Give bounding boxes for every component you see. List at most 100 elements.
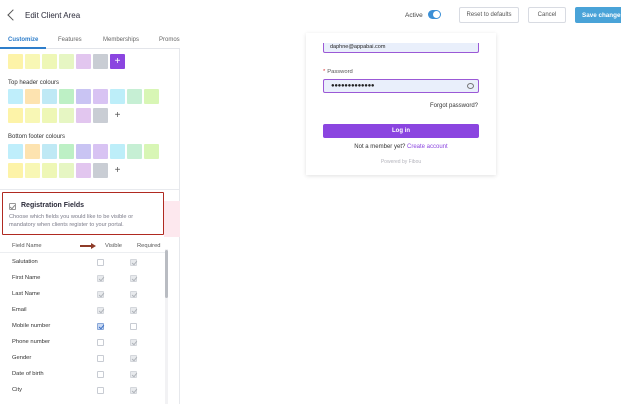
color-swatch[interactable]	[76, 163, 91, 178]
color-swatch[interactable]	[8, 89, 23, 104]
color-swatch[interactable]	[144, 89, 159, 104]
create-account-link[interactable]: Create account	[407, 144, 448, 150]
color-swatch[interactable]	[110, 89, 125, 104]
color-swatch[interactable]	[8, 54, 23, 69]
top-header-colours-label: Top header colours	[8, 80, 60, 86]
cancel-button[interactable]: Cancel	[528, 7, 566, 23]
visible-checkbox[interactable]	[97, 323, 104, 330]
color-swatch[interactable]	[25, 54, 40, 69]
color-swatch[interactable]	[42, 89, 57, 104]
color-swatch[interactable]	[127, 89, 142, 104]
save-changes-button[interactable]: Save changes	[575, 7, 621, 23]
swatch-row: +	[8, 54, 125, 69]
color-swatch[interactable]	[110, 144, 125, 159]
color-swatch[interactable]	[93, 89, 108, 104]
eye-icon[interactable]	[467, 83, 474, 89]
color-swatch[interactable]	[144, 144, 159, 159]
swatch-row	[8, 89, 159, 104]
field-label: City	[12, 387, 22, 393]
login-button[interactable]: Log in	[323, 124, 479, 138]
field-label: Phone number	[12, 339, 51, 345]
color-swatch[interactable]	[59, 163, 74, 178]
color-swatch[interactable]	[59, 89, 74, 104]
add-color-icon[interactable]: +	[110, 54, 125, 69]
color-swatch[interactable]	[42, 108, 57, 123]
registration-fields-card: Registration Fields Choose which fields …	[2, 192, 164, 235]
active-label: Active	[405, 12, 423, 19]
add-color-icon[interactable]: +	[110, 163, 125, 178]
registration-title: Registration Fields	[21, 202, 85, 209]
required-checkbox	[130, 291, 137, 298]
login-preview-card: daphne@appabai.com * Password ●●●●●●●●●●●…	[306, 33, 496, 175]
top-bar: Edit Client Area Active Reset to default…	[0, 0, 621, 33]
visible-checkbox[interactable]	[97, 339, 104, 346]
color-swatch[interactable]	[59, 108, 74, 123]
color-swatch[interactable]	[76, 144, 91, 159]
required-checkbox	[130, 387, 137, 394]
color-swatch[interactable]	[8, 144, 23, 159]
add-color-icon[interactable]: +	[110, 108, 125, 123]
required-checkbox	[130, 371, 137, 378]
field-name-header: Field Name	[12, 243, 42, 249]
swatch-row	[8, 144, 159, 159]
required-checkbox	[130, 275, 137, 282]
reset-defaults-button[interactable]: Reset to defaults	[459, 7, 519, 23]
row-divider	[0, 252, 166, 253]
tab-bar: Customize Features Memberships Promos	[0, 33, 180, 49]
color-swatch[interactable]	[42, 144, 57, 159]
color-swatch[interactable]	[8, 163, 23, 178]
visible-checkbox[interactable]	[97, 259, 104, 266]
color-swatch[interactable]	[59, 144, 74, 159]
field-label: Gender	[12, 355, 32, 361]
color-swatch[interactable]	[76, 89, 91, 104]
color-swatch[interactable]	[25, 163, 40, 178]
annotation-arrow-icon	[80, 243, 96, 249]
color-swatch[interactable]	[25, 89, 40, 104]
color-swatch[interactable]	[93, 54, 108, 69]
required-checkbox	[130, 259, 137, 266]
tab-features[interactable]: Features	[58, 37, 82, 43]
visible-checkbox[interactable]	[97, 371, 104, 378]
table-row: Phone number	[0, 336, 166, 352]
color-swatch[interactable]	[93, 144, 108, 159]
required-header: Required	[137, 243, 161, 249]
field-label: Email	[12, 307, 27, 313]
color-swatch[interactable]	[127, 144, 142, 159]
back-arrow-icon[interactable]	[6, 9, 18, 23]
required-checkbox	[130, 307, 137, 314]
page-title: Edit Client Area	[25, 11, 81, 20]
table-row: First Name	[0, 272, 166, 288]
registration-toggle-checkbox[interactable]	[9, 203, 16, 210]
tab-memberships[interactable]: Memberships	[103, 37, 139, 43]
tab-promos[interactable]: Promos	[159, 37, 180, 43]
color-swatch[interactable]	[25, 144, 40, 159]
field-label: Salutation	[12, 259, 38, 265]
table-row: Email	[0, 304, 166, 320]
color-swatch[interactable]	[76, 54, 91, 69]
tab-customize[interactable]: Customize	[8, 37, 38, 43]
table-row: City	[0, 384, 166, 400]
required-checkbox[interactable]	[130, 323, 137, 330]
color-swatch[interactable]	[59, 54, 74, 69]
color-swatch[interactable]	[76, 108, 91, 123]
table-row: Salutation	[0, 256, 166, 272]
password-field[interactable]: ●●●●●●●●●●●●●	[323, 79, 479, 93]
active-toggle[interactable]	[428, 10, 441, 19]
forgot-password-link[interactable]: Forgot password?	[430, 103, 478, 109]
color-swatch[interactable]	[93, 108, 108, 123]
visible-checkbox[interactable]	[97, 387, 104, 394]
email-field[interactable]: daphne@appabai.com	[323, 43, 479, 53]
scrollbar-thumb[interactable]	[165, 250, 168, 298]
required-checkbox	[130, 339, 137, 346]
color-swatch[interactable]	[8, 108, 23, 123]
swatch-row: +	[8, 163, 125, 178]
color-swatch[interactable]	[25, 108, 40, 123]
color-swatch[interactable]	[93, 163, 108, 178]
table-row: Last Name	[0, 288, 166, 304]
table-row: Gender	[0, 352, 166, 368]
field-label: Mobile number	[12, 323, 51, 329]
color-swatch[interactable]	[42, 163, 57, 178]
visible-checkbox[interactable]	[97, 355, 104, 362]
color-swatch[interactable]	[42, 54, 57, 69]
bottom-footer-colours-label: Bottom footer colours	[8, 134, 66, 140]
